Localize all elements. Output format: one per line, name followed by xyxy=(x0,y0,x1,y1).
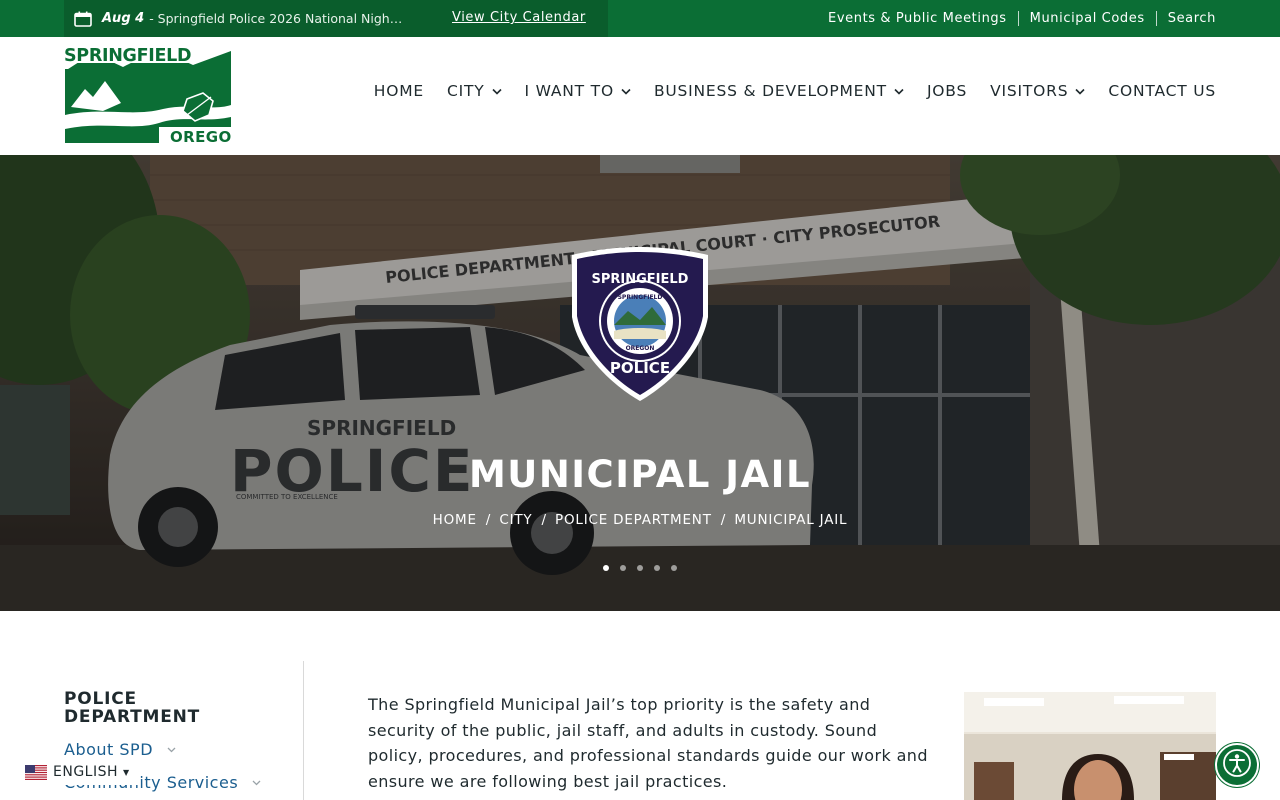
search-link[interactable]: Search xyxy=(1157,11,1216,26)
page-title: MUNICIPAL JAIL xyxy=(468,453,812,496)
sidebar-item-label: About SPD xyxy=(64,740,154,759)
slide-dot-3[interactable] xyxy=(637,565,643,571)
breadcrumb-home[interactable]: HOME xyxy=(433,512,477,528)
breadcrumb-city[interactable]: CITY xyxy=(499,512,532,528)
nav-label: CITY xyxy=(446,82,485,100)
sidebar-item-about-spd[interactable]: About SPD xyxy=(64,740,294,759)
breadcrumb-separator: / xyxy=(720,512,726,528)
nav-label: I WANT TO xyxy=(524,82,614,100)
sidebar-divider xyxy=(303,661,304,800)
language-label: ENGLISH xyxy=(53,764,119,780)
sidebar-title: POLICE DEPARTMENT xyxy=(64,689,201,727)
accessibility-button[interactable] xyxy=(1215,743,1259,787)
main-navigation: HOME CITY I WANT TO BUSINESS & DEVELOPME… xyxy=(351,82,1216,100)
slide-dot-1[interactable] xyxy=(603,565,609,571)
nav-visitors[interactable]: VISITORS xyxy=(990,82,1085,100)
us-flag-icon xyxy=(25,764,47,780)
chevron-down-icon[interactable] xyxy=(167,747,176,753)
top-utility-bar: Aug 4 - Springfield Police 2026 National… xyxy=(0,0,1280,37)
chevron-down-icon xyxy=(1075,88,1085,95)
badge-top-text: SPRINGFIELD xyxy=(592,272,689,287)
events-public-meetings-link[interactable]: Events & Public Meetings xyxy=(817,11,1018,26)
nav-label: VISITORS xyxy=(990,82,1069,100)
nav-i-want-to[interactable]: I WANT TO xyxy=(525,82,631,100)
site-header: SPRINGFIELD OREGON HOME CITY I WANT TO B… xyxy=(0,37,1280,155)
upcoming-event[interactable]: Aug 4 - Springfield Police 2026 National… xyxy=(64,0,608,37)
nav-label: HOME xyxy=(373,82,424,100)
caret-down-icon: ▼ xyxy=(123,767,130,777)
chevron-down-icon xyxy=(894,88,904,95)
logo-bottom-text: OREGON xyxy=(170,128,233,146)
event-title: - Springfield Police 2026 National Night… xyxy=(149,11,406,26)
hero-banner: POLICE DEPARTMENT · MUNICIPAL COURT · CI… xyxy=(0,155,1280,611)
chevron-down-icon xyxy=(621,88,631,95)
intro-paragraph: The Springfield Municipal Jail’s top pri… xyxy=(368,695,928,791)
accessibility-icon xyxy=(1222,748,1252,782)
slide-dot-4[interactable] xyxy=(654,565,660,571)
breadcrumb-separator: / xyxy=(541,512,547,528)
logo-top-text: SPRINGFIELD xyxy=(64,46,191,66)
badge-bottom-text: POLICE xyxy=(610,359,670,377)
nav-city[interactable]: CITY xyxy=(447,82,502,100)
badge-ring-bottom-text: OREGON xyxy=(626,345,655,352)
utility-links: Events & Public Meetings Municipal Codes… xyxy=(817,0,1216,37)
jail-staff-photo xyxy=(964,692,1216,800)
breadcrumb-separator: / xyxy=(485,512,491,528)
slider-pagination xyxy=(0,565,1280,571)
calendar-icon xyxy=(74,11,92,27)
slide-dot-5[interactable] xyxy=(671,565,677,571)
nav-home[interactable]: HOME xyxy=(374,82,424,100)
nav-label: CONTACT US xyxy=(1108,82,1216,100)
event-date: Aug 4 xyxy=(102,11,145,26)
breadcrumb: HOME / CITY / POLICE DEPARTMENT / MUNICI… xyxy=(0,512,1280,528)
springfield-oregon-logo[interactable]: SPRINGFIELD OREGON xyxy=(63,45,244,146)
nav-business-development[interactable]: BUSINESS & DEVELOPMENT xyxy=(654,82,904,100)
hero-background-photo: POLICE DEPARTMENT · MUNICIPAL COURT · CI… xyxy=(0,155,1280,611)
view-city-calendar-link[interactable]: View City Calendar xyxy=(452,10,586,25)
chevron-down-icon xyxy=(491,88,502,95)
nav-contact-us[interactable]: CONTACT US xyxy=(1108,82,1216,100)
nav-label: JOBS xyxy=(926,82,968,100)
slide-dot-2[interactable] xyxy=(620,565,626,571)
badge-ring-top-text: SPRINGFIELD xyxy=(618,294,663,301)
nav-jobs[interactable]: JOBS xyxy=(927,82,967,100)
language-selector[interactable]: ENGLISH ▼ xyxy=(16,759,140,785)
nav-label: BUSINESS & DEVELOPMENT xyxy=(653,82,887,100)
chevron-down-icon[interactable] xyxy=(252,780,261,786)
breadcrumb-current: MUNICIPAL JAIL xyxy=(734,512,848,528)
breadcrumb-police-department[interactable]: POLICE DEPARTMENT xyxy=(555,512,712,528)
municipal-codes-link[interactable]: Municipal Codes xyxy=(1019,11,1156,26)
